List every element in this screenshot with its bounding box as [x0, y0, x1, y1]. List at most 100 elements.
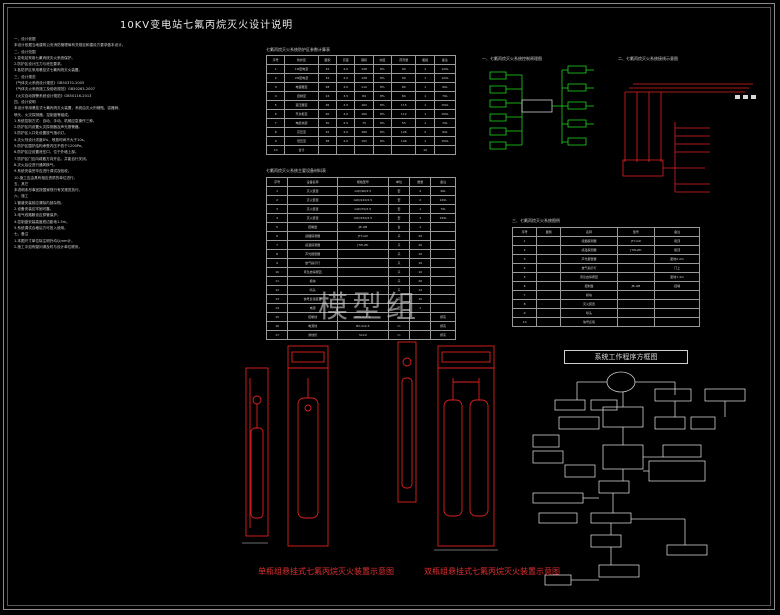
- table-cell: 5: [511, 272, 538, 282]
- table-cell: 高压室: [284, 127, 319, 137]
- table-cell: 53: [391, 118, 417, 128]
- table-cell: 10: [511, 317, 538, 327]
- table-cell: 8: [265, 249, 289, 259]
- table-cell: 10: [409, 258, 432, 268]
- table-cell: 药剂量: [391, 55, 417, 65]
- table-cell: 10: [265, 145, 286, 155]
- table-cell: 喷头: [560, 308, 618, 318]
- table-cell: 112: [354, 82, 374, 92]
- table-cell: 152: [354, 136, 374, 146]
- table-cell: [536, 272, 562, 282]
- table-cell: 紧急启停按钮: [560, 272, 618, 282]
- table-row: 6 控制盘 JB-QB 挂墙: [511, 281, 700, 291]
- table-cell: 灭火装置: [287, 186, 338, 196]
- table-cell: 电容器室: [284, 82, 319, 92]
- table-cell: GQQ120/2.5: [336, 195, 389, 205]
- table-cell: 8%: [372, 127, 393, 137]
- table-cell: 4.0: [336, 127, 356, 137]
- table-row: 6 感烟探测器 JTY-GD 只 20: [265, 231, 456, 241]
- table-cell: 备注: [430, 177, 456, 187]
- table-cell: 40: [317, 109, 338, 119]
- table-cell: 名称: [560, 227, 618, 237]
- table-cell: 3: [265, 82, 286, 92]
- table-cell: [536, 317, 562, 327]
- flowchart-title: 系统工作程序方框图: [564, 350, 688, 364]
- single-cabinet-caption: 单瓶组悬挂式七氟丙烷灭火装置示意图: [258, 567, 394, 576]
- table-row: 8 灭火装置: [511, 299, 700, 309]
- table-cell: 开关柜室: [284, 109, 319, 119]
- table-cell: [336, 145, 356, 155]
- table-row: 7 电缆夹层 30 2.5 75 8% 53 1 70L: [265, 118, 457, 128]
- table-cell: 4.0: [336, 136, 356, 146]
- table-cell: [536, 281, 562, 291]
- table-cell: 28: [317, 82, 338, 92]
- table-cell: 2.5: [336, 118, 356, 128]
- table-cell: [654, 290, 700, 300]
- table-row: 序号 图例 名称 型号 备注: [511, 227, 700, 237]
- table-row: 10 合计 10: [265, 145, 457, 155]
- table-cell: 1: [415, 73, 435, 83]
- table-cell: [336, 249, 389, 259]
- table-cell: 4.0: [336, 82, 356, 92]
- legend-table: 序号 图例 名称 型号 备注 1 感烟探测器 JTY-GD 吸顶 2 感温探测器 JTW-ZD 吸顶 3 声…: [511, 227, 700, 327]
- table-row: 6 开关柜室 40 4.0 160 8% 112 1 150L: [265, 109, 457, 119]
- table-row: 9 喷头: [511, 308, 700, 318]
- parameter-table: 序号 防护区 面积 高度 容积 浓度 药剂量 瓶组 备注 1 1#配电室 32 4.0 128 8% 90 1 1…: [265, 55, 457, 155]
- table-cell: [430, 303, 456, 313]
- table-cell: 1: [415, 91, 435, 101]
- table-cell: 20: [409, 240, 432, 250]
- table-cell: 2: [265, 73, 286, 83]
- table-cell: 150L: [430, 213, 456, 223]
- table-cell: 70L: [430, 204, 456, 214]
- table-cell: 套: [387, 195, 411, 205]
- table-cell: 30: [317, 118, 338, 128]
- table-cell: [536, 245, 562, 255]
- table-cell: 7: [265, 118, 286, 128]
- table-cell: 控制盘: [287, 222, 338, 232]
- table-cell: 按实: [430, 312, 456, 322]
- table-cell: 按实: [430, 321, 456, 331]
- table-cell: 5: [265, 222, 289, 232]
- table-cell: JB-QB: [616, 281, 656, 291]
- table-cell: 90: [391, 73, 417, 83]
- table-cell: 11: [265, 276, 289, 286]
- table-cell: 84: [354, 91, 374, 101]
- table-cell: JTW-ZD: [336, 240, 389, 250]
- table-cell: 信号反馈: [560, 317, 618, 327]
- table-cell: [654, 317, 700, 327]
- table-cell: 1: [415, 109, 435, 119]
- table-cell: 1: [415, 136, 435, 146]
- table-row: 5 变压器室 36 4.5 162 8% 115 1 150L: [265, 100, 457, 110]
- table-row: 1 1#配电室 32 4.0 128 8% 90 1 120L: [265, 64, 457, 74]
- table-cell: JTY-GD: [616, 236, 656, 246]
- table-cell: 162: [354, 100, 374, 110]
- table-cell: 32: [317, 64, 338, 74]
- table-cell: 8%: [372, 118, 393, 128]
- table-row: 2 灭火装置 GQQ120/2.5 套 2 120L: [265, 195, 456, 205]
- table-row: 4 放气指示灯 门上: [511, 263, 700, 273]
- table-row: 1 灭火装置 GQQ90/2.5 套 2 90L: [265, 186, 456, 196]
- table-cell: [616, 254, 656, 264]
- table-row: 序号 防护区 面积 高度 容积 浓度 药剂量 瓶组 备注: [265, 55, 457, 65]
- table-cell: 2: [415, 127, 435, 137]
- note-line: 2.施工中如有疑问请及时与设计单位联系。: [14, 244, 83, 249]
- table-cell: 套: [387, 204, 411, 214]
- table-row: 10 紧急启停按钮只 10: [265, 267, 456, 277]
- table-cell: 灭火装置: [560, 299, 618, 309]
- table-cell: 8%: [372, 82, 393, 92]
- table-cell: 160: [354, 109, 374, 119]
- table-cell: 容积: [354, 55, 374, 65]
- table-cell: [536, 263, 562, 273]
- table-row: 3 灭火装置 GQQ70/2.5 套 1 70L: [265, 204, 456, 214]
- table-cell: 感烟探测器: [560, 236, 618, 246]
- table-cell: 门上: [654, 263, 700, 273]
- table-cell: [616, 299, 656, 309]
- table-row: 3 声光报警器 距地2.2m: [511, 254, 700, 264]
- table-cell: 16: [265, 321, 289, 331]
- table-cell: 128: [354, 73, 374, 83]
- watermark: 模型组: [318, 290, 420, 325]
- table-cell: 150L: [433, 136, 457, 146]
- table-cell: 4: [511, 263, 538, 273]
- drawing-title: 10KV变电站七氟丙烷灭火设计说明: [120, 20, 294, 31]
- table-cell: 2: [511, 245, 538, 255]
